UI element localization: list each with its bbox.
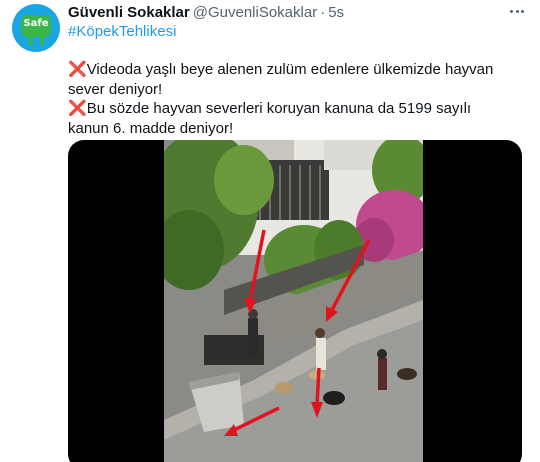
tweet-line-2-text: Bu sözde hayvan severleri koruyan kanuna…	[68, 100, 472, 137]
more-icon[interactable]	[505, 2, 529, 20]
timestamp[interactable]: 5s	[328, 4, 344, 21]
tweet-text: ❌Videoda yaşlı beye alenen zulüm edenler…	[68, 60, 508, 138]
display-name[interactable]: Güvenli Sokaklar	[68, 4, 190, 21]
tweet[interactable]: Safe Güvenli Sokaklar @GuvenliSokaklar · 5s…	[0, 0, 540, 462]
hashtag-link[interactable]: #KöpekTehlikesi	[68, 23, 176, 41]
video-frame[interactable]	[164, 140, 423, 462]
video-player[interactable]	[68, 140, 522, 462]
separator-dot: ·	[320, 4, 326, 21]
cross-mark-icon: ❌	[68, 100, 87, 117]
avatar[interactable]: Safe	[12, 4, 60, 52]
user-handle[interactable]: @GuvenliSokaklar	[193, 4, 317, 21]
tweet-line-1: ❌Videoda yaşlı beye alenen zulüm edenler…	[68, 60, 508, 99]
tweet-line-2: ❌Bu sözde hayvan severleri koruyan kanun…	[68, 99, 508, 138]
tweet-line-1-text: Videoda yaşlı beye alenen zulüm edenlere…	[68, 61, 494, 98]
avatar-text: Safe	[23, 18, 49, 29]
cross-mark-icon: ❌	[68, 61, 87, 78]
street-scene-image	[164, 140, 423, 462]
safe-sign-icon: Safe	[21, 15, 51, 37]
tweet-header: Güvenli Sokaklar @GuvenliSokaklar · 5s	[68, 4, 344, 22]
